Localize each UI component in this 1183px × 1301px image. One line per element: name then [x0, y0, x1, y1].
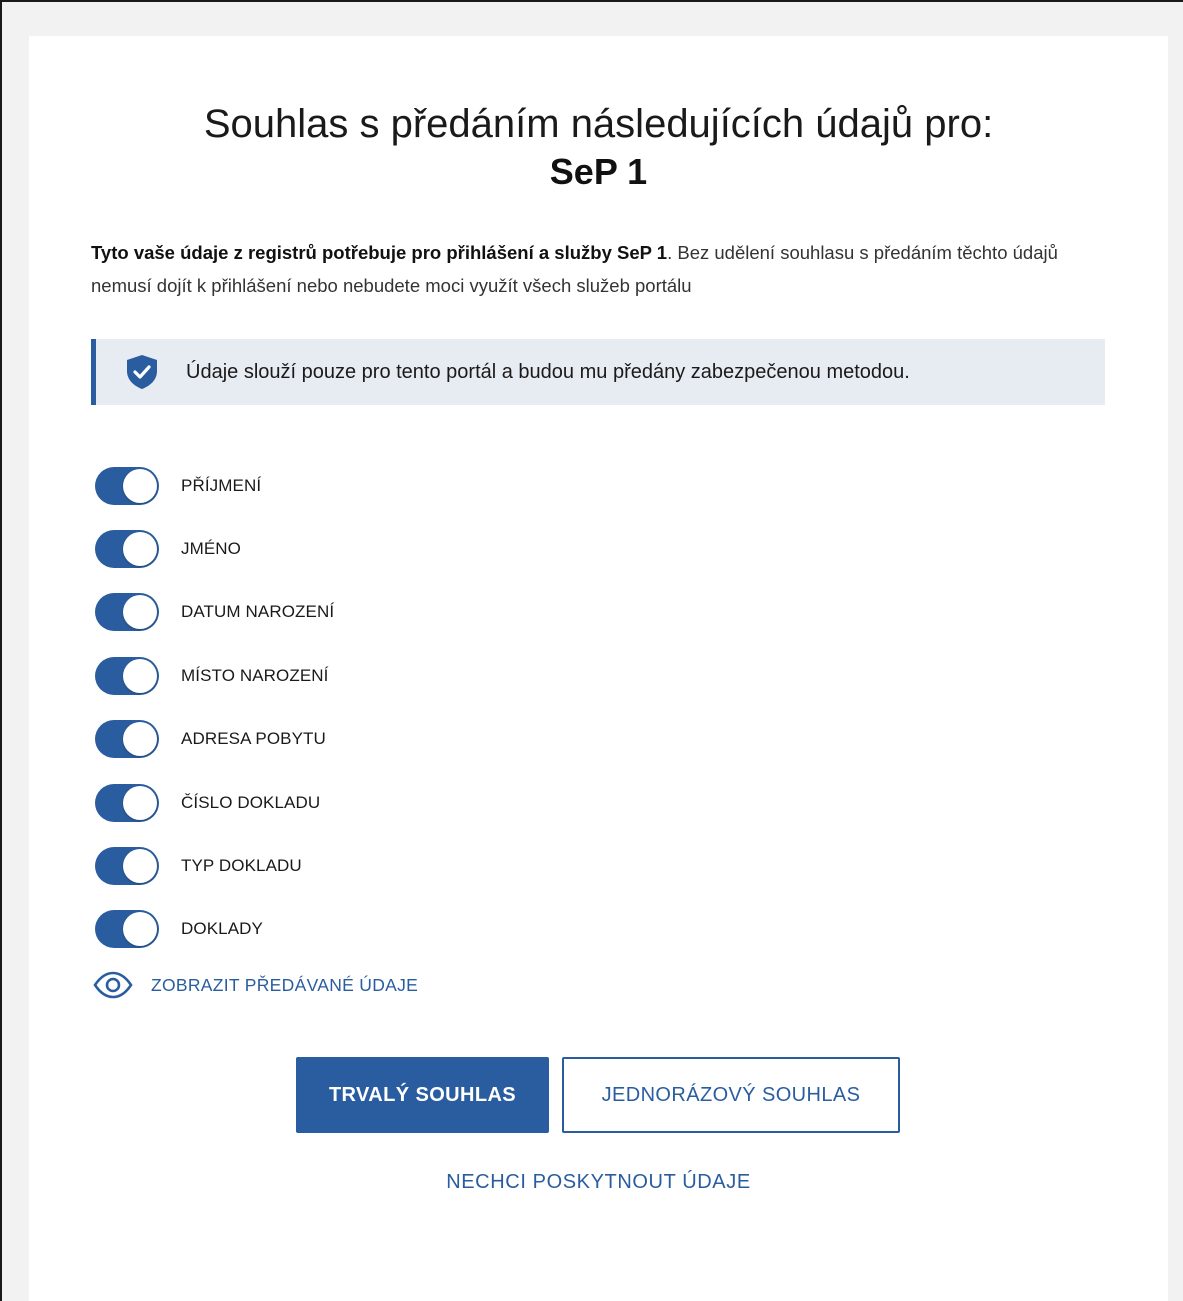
intro-text: Tyto vaše údaje z registrů potřebuje pro…	[91, 236, 1111, 302]
permanent-consent-button[interactable]: TRVALÝ SOUHLAS	[296, 1057, 549, 1133]
page-title: Souhlas s předáním následujících údajů p…	[203, 102, 994, 146]
toggle-row-birth-place: MÍSTO NAROZENÍ	[95, 644, 334, 707]
toggle-knob	[123, 468, 157, 503]
toggle-document-number[interactable]	[95, 783, 159, 822]
one-time-consent-button[interactable]: JEDNORÁZOVÝ SOUHLAS	[562, 1057, 900, 1133]
toggle-document-type[interactable]	[95, 847, 159, 886]
toggle-birth-date[interactable]	[95, 593, 159, 632]
toggle-label-document-number: ČÍSLO DOKLADU	[181, 792, 321, 812]
toggle-knob	[123, 912, 157, 947]
toggle-knob	[123, 595, 157, 630]
toggle-row-address: ADRESA POBYTU	[95, 708, 334, 771]
toggle-first-name[interactable]	[95, 530, 159, 569]
show-data-label: ZOBRAZIT PŘEDÁVANÉ ÚDAJE	[151, 974, 419, 995]
shield-check-icon	[127, 355, 157, 389]
toggle-row-documents: DOKLADY	[95, 898, 334, 961]
toggle-knob	[123, 785, 157, 820]
toggle-label-first-name: JMÉNO	[181, 539, 241, 559]
show-transferred-data-link[interactable]: ZOBRAZIT PŘEDÁVANÉ ÚDAJE	[93, 971, 418, 999]
toggle-label-surname: PŘÍJMENÍ	[181, 475, 262, 495]
intro-bold: Tyto vaše údaje z registrů potřebuje pro…	[91, 242, 668, 263]
toggle-row-surname: PŘÍJMENÍ	[95, 454, 334, 517]
toggle-row-first-name: JMÉNO	[95, 517, 334, 580]
toggle-knob	[123, 849, 157, 884]
toggle-birth-place[interactable]	[95, 656, 159, 695]
toggle-surname[interactable]	[95, 466, 159, 505]
toggle-label-document-type: TYP DOKLADU	[181, 856, 302, 876]
toggle-label-birth-place: MÍSTO NAROZENÍ	[181, 665, 329, 685]
security-notice: Údaje slouží pouze pro tento portál a bu…	[91, 339, 1105, 405]
service-name: SeP 1	[549, 151, 648, 192]
toggle-row-document-number: ČÍSLO DOKLADU	[95, 771, 334, 834]
toggle-label-documents: DOKLADY	[181, 919, 263, 939]
toggle-row-birth-date: DATUM NAROZENÍ	[95, 581, 334, 644]
toggle-label-address: ADRESA POBYTU	[181, 729, 326, 749]
toggle-row-document-type: TYP DOKLADU	[95, 834, 334, 897]
decline-link[interactable]: NECHCI POSKYTNOUT ÚDAJE	[29, 1171, 1168, 1194]
toggle-knob	[123, 722, 157, 757]
toggle-label-birth-date: DATUM NAROZENÍ	[181, 602, 335, 622]
notice-text: Údaje slouží pouze pro tento portál a bu…	[186, 360, 910, 383]
toggle-address[interactable]	[95, 720, 159, 759]
toggle-documents[interactable]	[95, 910, 159, 949]
toggle-knob	[123, 658, 157, 693]
eye-icon	[93, 971, 133, 999]
toggle-knob	[123, 532, 157, 567]
consent-toggle-list: PŘÍJMENÍ JMÉNO DATUM NAROZENÍ MÍSTO NARO…	[95, 454, 334, 961]
consent-card: Souhlas s předáním následujících údajů p…	[29, 36, 1168, 1301]
